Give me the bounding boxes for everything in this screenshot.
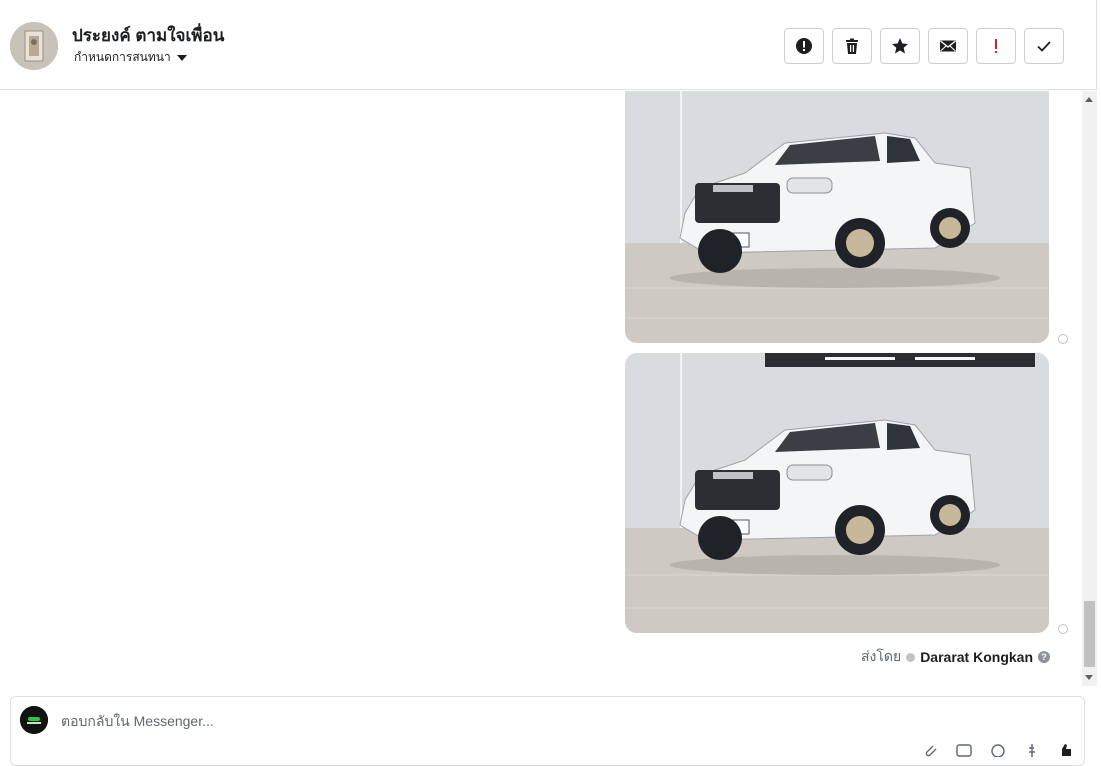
payment-icon[interactable] (1024, 743, 1040, 757)
image-icon[interactable] (956, 743, 972, 757)
like-icon[interactable] (1058, 743, 1074, 757)
message-image[interactable] (625, 91, 1049, 343)
check-icon (1037, 41, 1051, 52)
chat-scrollbar[interactable] (1082, 91, 1097, 686)
conversation-schedule-dropdown[interactable]: กำหนดการสนทนา (74, 48, 187, 67)
star-icon (892, 38, 908, 54)
check-circle-icon (906, 652, 916, 662)
message-image[interactable] (625, 353, 1049, 633)
page-avatar (20, 706, 48, 734)
done-button[interactable] (1024, 28, 1064, 64)
spam-button[interactable] (784, 28, 824, 64)
seen-status-icon (1058, 624, 1068, 634)
sender-name: Dararat Kongkan (920, 649, 1033, 665)
help-icon[interactable]: ? (1038, 651, 1050, 663)
contact-name[interactable]: ประยงค์ ตามใจเพื่อน (72, 22, 224, 49)
important-button[interactable] (976, 28, 1016, 64)
reply-input[interactable] (59, 709, 963, 733)
attachment-icon[interactable] (922, 743, 938, 757)
conversation-header: ประยงค์ ตามใจเพื่อน กำหนดการสนทนา (0, 0, 1097, 90)
star-button[interactable] (880, 28, 920, 64)
contact-avatar[interactable] (10, 22, 58, 70)
sent-by-prefix: ส่งโดย (860, 648, 902, 664)
alert-circle-icon (796, 38, 812, 54)
sent-by-info: ส่งโดย Dararat Kongkan ? (861, 646, 1050, 668)
reply-composer (10, 696, 1085, 766)
header-actions (784, 28, 1064, 64)
exclamation-icon (995, 39, 997, 53)
emoji-icon[interactable] (990, 743, 1006, 758)
scroll-up-arrow-icon[interactable] (1085, 97, 1093, 102)
scroll-down-arrow-icon[interactable] (1085, 675, 1093, 680)
envelope-icon (940, 40, 956, 52)
mark-unread-button[interactable] (928, 28, 968, 64)
photo-pickup-truck-icon (625, 91, 1049, 343)
delete-button[interactable] (832, 28, 872, 64)
schedule-label: กำหนดการสนทนา (74, 50, 171, 64)
photo-pickup-truck-icon (625, 353, 1049, 633)
trash-icon (846, 38, 858, 54)
message-thread: ส่งโดย Dararat Kongkan ? (0, 91, 1082, 686)
seen-status-icon (1058, 334, 1068, 344)
caret-down-icon (176, 54, 187, 61)
scroll-thumb[interactable] (1084, 601, 1095, 667)
composer-tools (922, 743, 1074, 758)
